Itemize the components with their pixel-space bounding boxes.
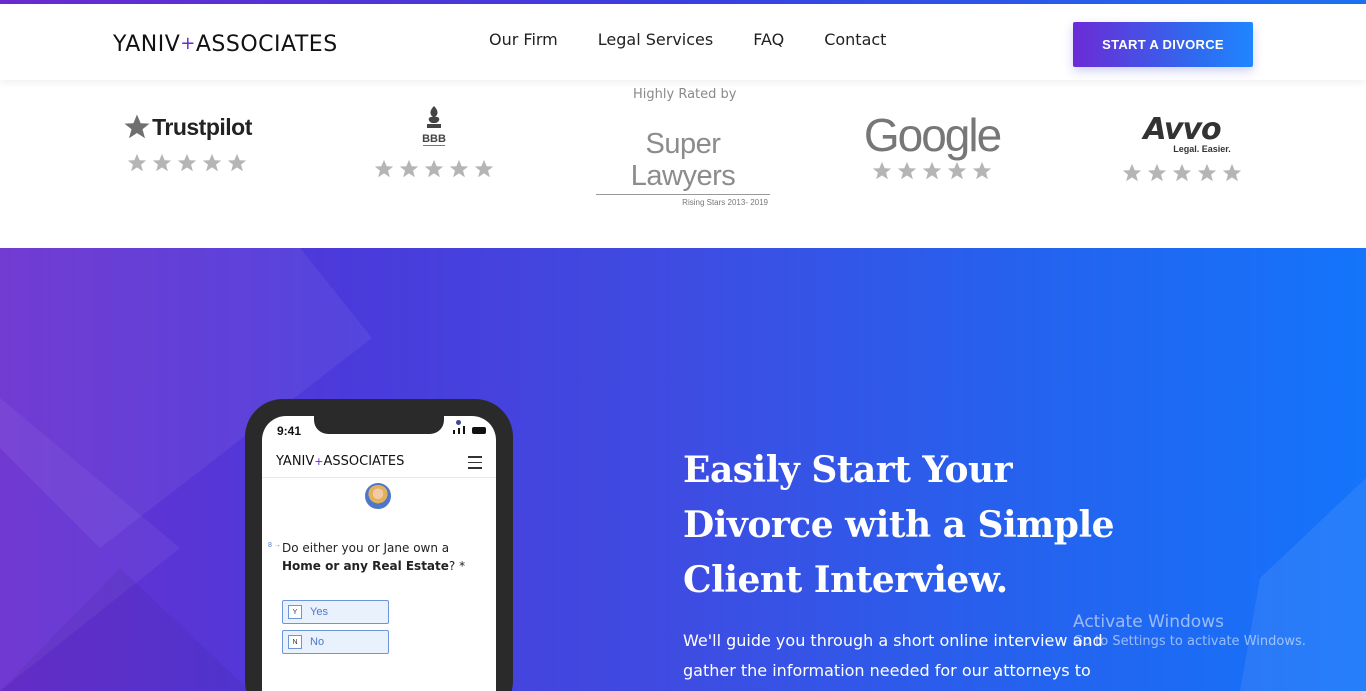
hero-title: Easily Start Your Divorce with a Simple … <box>683 449 1115 601</box>
star-icon <box>1171 162 1193 184</box>
star-icon <box>423 158 445 180</box>
answer-option-no: N No <box>282 630 389 654</box>
nav-legal-services[interactable]: Legal Services <box>598 30 713 49</box>
phone-screen: 9:41 YANIV+ASSOCIATES 8 → Do either you … <box>262 416 496 691</box>
star-icon <box>946 160 968 182</box>
star-icon <box>971 160 993 182</box>
star-icon <box>1146 162 1168 184</box>
google-logo-text: Google <box>863 109 1002 161</box>
star-icon <box>473 158 495 180</box>
avatar <box>365 483 391 509</box>
star-icon <box>1121 162 1143 184</box>
star-icon <box>176 152 198 174</box>
star-icon <box>871 160 893 182</box>
star-rating <box>117 152 257 174</box>
site-logo[interactable]: YANIV+ASSOCIATES <box>113 32 338 57</box>
question-number: 8 → <box>268 542 281 549</box>
ratings-strip: Highly Rated by Trustpilot BBB Super Law… <box>0 80 1366 248</box>
trustpilot-logo-text: Trustpilot <box>152 113 252 140</box>
star-icon <box>448 158 470 180</box>
site-header: YANIV+ASSOCIATES Our Firm Legal Services… <box>0 4 1366 80</box>
phone-mockup: 9:41 YANIV+ASSOCIATES 8 → Do either you … <box>245 399 513 691</box>
phone-site-logo: YANIV+ASSOCIATES <box>276 454 405 469</box>
super-lawyers-subtitle: Rising Stars 2013- 2019 <box>682 198 768 207</box>
super-lawyers-badge[interactable]: Super Lawyers Rising Stars 2013- 2019 <box>590 128 776 207</box>
signal-battery-icon <box>453 426 486 434</box>
answer-option-yes: Y Yes <box>282 600 389 624</box>
svg-text:BBB: BBB <box>422 133 446 145</box>
google-rating[interactable]: Google <box>862 110 1002 182</box>
star-rating <box>1118 162 1246 184</box>
star-icon <box>126 152 148 174</box>
star-icon <box>1196 162 1218 184</box>
bbb-rating[interactable]: BBB <box>372 104 496 180</box>
star-icon <box>921 160 943 182</box>
start-divorce-button[interactable]: START A DIVORCE <box>1073 22 1253 67</box>
star-icon <box>201 152 223 174</box>
super-lawyers-divider <box>596 194 770 195</box>
avvo-logo-text: Avvo <box>1143 112 1221 147</box>
nav-our-firm[interactable]: Our Firm <box>489 30 558 49</box>
star-icon <box>398 158 420 180</box>
star-icon <box>1221 162 1243 184</box>
logo-text-left: YANIV <box>113 32 181 57</box>
trustpilot-star-icon <box>122 112 152 142</box>
interview-question: Do either you or Jane own a Home or any … <box>282 541 466 573</box>
phone-time: 9:41 <box>277 424 302 438</box>
nav-contact[interactable]: Contact <box>824 30 886 49</box>
bbb-torch-icon: BBB <box>419 104 449 152</box>
logo-plus: + <box>180 33 196 54</box>
star-rating <box>862 160 1002 182</box>
highly-rated-heading: Highly Rated by <box>633 87 737 102</box>
nav-faq[interactable]: FAQ <box>753 30 784 49</box>
phone-header-divider <box>262 477 496 478</box>
main-nav: Our Firm Legal Services FAQ Contact <box>489 30 886 49</box>
trustpilot-rating[interactable]: Trustpilot <box>117 112 257 174</box>
star-icon <box>373 158 395 180</box>
star-icon <box>226 152 248 174</box>
logo-text-right: ASSOCIATES <box>195 32 338 57</box>
star-rating <box>372 158 496 180</box>
hamburger-menu-icon <box>468 456 482 473</box>
windows-activation-watermark: Activate Windows Go to Settings to activ… <box>1073 612 1306 649</box>
star-icon <box>151 152 173 174</box>
hero-description: We'll guide you through a short online i… <box>683 631 1103 680</box>
super-lawyers-logo-text: Super Lawyers <box>630 128 736 192</box>
phone-notch <box>314 416 461 434</box>
star-icon <box>896 160 918 182</box>
avvo-rating[interactable]: Avvo Legal. Easier. <box>1118 114 1246 184</box>
